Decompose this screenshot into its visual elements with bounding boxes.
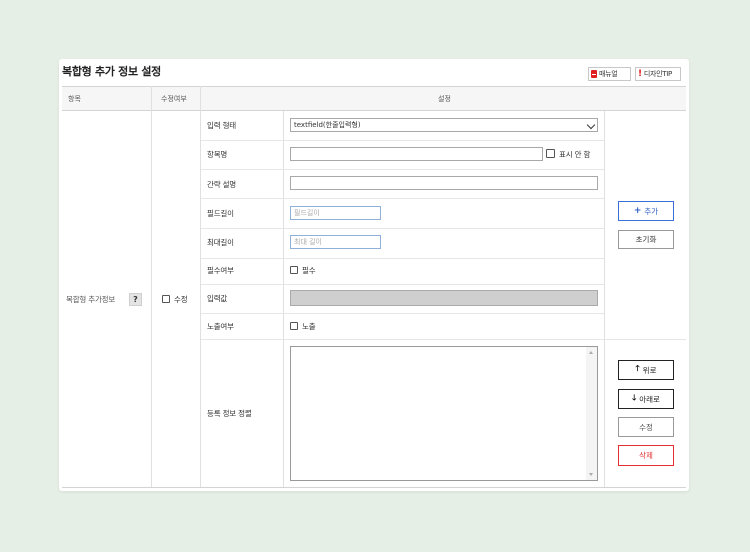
required-checkbox-label: 필수 [302, 266, 316, 275]
add-button[interactable]: + 추가 [618, 201, 674, 221]
max-length-input[interactable]: 최대 길이 [290, 235, 381, 249]
divider [201, 313, 604, 314]
arrow-up-icon: 🡑 [635, 364, 640, 373]
input-type-value: textfield(한줄입력형) [294, 121, 361, 129]
field-length-placeholder: 필드길이 [294, 209, 320, 217]
edit-button[interactable]: 수정 [618, 417, 674, 437]
reset-button-label: 초기화 [635, 235, 657, 244]
exposure-checkbox-label: 노출 [302, 322, 316, 331]
scrollbar[interactable] [586, 347, 597, 480]
divider [200, 86, 201, 488]
max-length-label: 최대길이 [207, 238, 234, 247]
required-checkbox[interactable] [290, 266, 298, 274]
divider [604, 111, 605, 488]
divider [62, 487, 686, 488]
add-button-label: 추가 [644, 206, 659, 216]
table-header: 항목 수정여부 설정 [62, 86, 686, 111]
item-name-input[interactable] [290, 147, 543, 161]
registered-info-list[interactable] [290, 346, 598, 481]
edit-checkbox-label: 수정 [174, 295, 188, 304]
header-settings: 설정 [438, 95, 451, 103]
divider [201, 339, 686, 340]
arrow-down-icon: 🡓 [632, 393, 637, 402]
divider [201, 169, 604, 170]
move-down-button[interactable]: 🡓 아래로 [618, 389, 674, 409]
input-value-label: 입력값 [207, 294, 228, 303]
brief-desc-label: 간략 설명 [207, 180, 236, 189]
design-tip-button[interactable]: ! 디자인TIP [635, 67, 681, 81]
chevron-down-icon [586, 120, 596, 130]
manual-button-label: 매뉴얼 [599, 70, 618, 78]
plus-icon: + [633, 206, 642, 216]
edit-checkbox[interactable] [162, 295, 170, 303]
item-name-label: 항목명 [207, 150, 228, 159]
header-item: 항목 [68, 95, 81, 103]
divider [201, 140, 604, 141]
field-length-label: 필드길이 [207, 209, 234, 218]
divider [151, 86, 152, 488]
manual-button[interactable]: 매뉴얼 [588, 67, 631, 81]
input-type-select[interactable]: textfield(한줄입력형) [290, 118, 598, 132]
scroll-down-icon[interactable] [589, 473, 593, 476]
divider [283, 111, 284, 488]
header-editable: 수정여부 [161, 95, 187, 103]
page-title: 복합형 추가 정보 설정 [62, 65, 161, 78]
brief-desc-input[interactable] [290, 176, 598, 190]
edit-button-label: 수정 [639, 422, 653, 432]
required-label: 필수여부 [207, 266, 234, 275]
hide-checkbox[interactable] [546, 149, 555, 158]
exposure-label: 노출여부 [207, 322, 234, 331]
registered-sort-label: 등록 정보 정렬 [207, 409, 252, 418]
row-label: 복합형 추가정보 [66, 295, 116, 304]
move-up-button[interactable]: 🡑 위로 [618, 360, 674, 380]
divider [201, 228, 604, 229]
divider [201, 198, 604, 199]
scroll-up-icon[interactable] [589, 351, 593, 354]
field-length-input[interactable]: 필드길이 [290, 206, 381, 220]
design-tip-button-label: 디자인TIP [643, 70, 672, 78]
move-up-button-label: 위로 [642, 365, 657, 375]
divider [201, 258, 604, 259]
delete-button-label: 삭제 [639, 451, 653, 460]
hide-checkbox-label: 표시 안 함 [559, 150, 591, 159]
exclamation-icon: ! [638, 69, 642, 79]
input-value-field [290, 290, 598, 306]
reset-button[interactable]: 초기화 [618, 230, 674, 249]
pdf-icon [591, 70, 597, 78]
settings-panel: 복합형 추가 정보 설정 매뉴얼 ! 디자인TIP 항목 수정여부 설정 복합형… [59, 59, 689, 491]
help-icon[interactable]: ? [129, 293, 142, 306]
input-type-label: 입력 형태 [207, 121, 236, 130]
max-length-placeholder: 최대 길이 [294, 238, 322, 246]
move-down-button-label: 아래로 [639, 394, 660, 404]
divider [201, 284, 604, 285]
delete-button[interactable]: 삭제 [618, 445, 674, 466]
exposure-checkbox[interactable] [290, 322, 298, 330]
